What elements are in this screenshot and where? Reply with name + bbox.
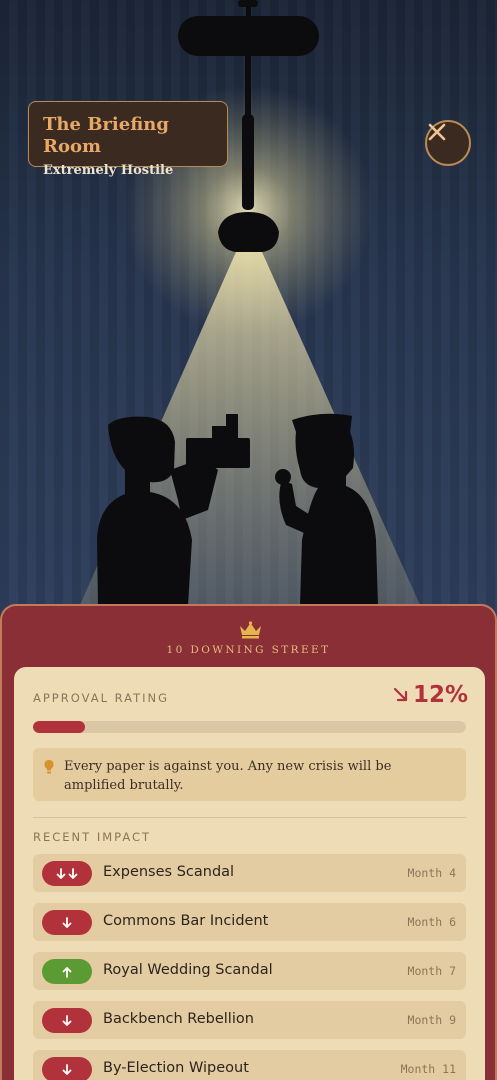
impact-row[interactable]: Commons Bar Incident Month 6 <box>33 903 466 941</box>
impact-trend-pill <box>42 910 92 935</box>
impact-month: Month 6 <box>407 915 456 929</box>
ceiling-fixture <box>178 16 319 56</box>
double-down-arrow-icon <box>56 867 78 879</box>
close-button[interactable] <box>425 120 471 166</box>
impact-row[interactable]: Expenses Scandal Month 4 <box>33 854 466 892</box>
location-mood: Extremely Hostile <box>43 163 174 178</box>
media-notice: Every paper is against you. Any new cris… <box>33 748 466 801</box>
impact-name: Commons Bar Incident <box>103 913 269 929</box>
impact-month: Month 9 <box>407 1013 456 1027</box>
impact-row[interactable]: Royal Wedding Scandal Month 7 <box>33 952 466 990</box>
panel-heading: 10 DOWNING STREET <box>166 644 331 656</box>
impact-name: Expenses Scandal <box>103 864 235 880</box>
approval-label: APPROVAL RATING <box>33 691 170 705</box>
impact-trend-pill <box>42 1008 92 1033</box>
approval-progress-bar <box>33 721 466 733</box>
impact-row[interactable]: Backbench Rebellion Month 9 <box>33 1001 466 1039</box>
section-divider <box>33 817 466 818</box>
lightbulb-icon <box>44 760 54 774</box>
scene-illustration <box>80 0 420 605</box>
impact-name: By-Election Wipeout <box>103 1060 249 1076</box>
recent-impact-label: RECENT IMPACT <box>33 830 152 844</box>
impact-month: Month 4 <box>407 866 456 880</box>
down-arrow-icon <box>62 916 72 928</box>
location-title: The Briefing Room <box>43 114 169 157</box>
impact-month: Month 11 <box>400 1062 456 1076</box>
lamp-shade <box>218 212 279 252</box>
impact-month: Month 7 <box>407 964 456 978</box>
crown-icon <box>240 621 261 639</box>
impact-trend-pill <box>42 959 92 984</box>
trend-down-arrow-icon <box>393 687 408 702</box>
approval-value: 12% <box>393 682 468 708</box>
impact-name: Backbench Rebellion <box>103 1011 254 1027</box>
media-notice-text: Every paper is against you. Any new cris… <box>64 759 392 793</box>
down-arrow-icon <box>62 1014 72 1026</box>
impact-trend-pill <box>42 861 92 886</box>
location-badge: The Briefing Room Extremely Hostile <box>28 101 228 178</box>
lamp-cord <box>245 56 251 116</box>
impact-name: Royal Wedding Scandal <box>103 962 273 978</box>
approval-progress-fill <box>33 721 85 733</box>
briefing-room-scene: The Briefing Room Extremely Hostile <box>0 0 497 620</box>
down-arrow-icon <box>62 1063 72 1075</box>
up-arrow-icon <box>62 966 72 978</box>
approval-card: APPROVAL RATING 12% Every paper is again… <box>14 667 485 1080</box>
close-icon <box>428 123 446 141</box>
downing-street-panel: 10 DOWNING STREET APPROVAL RATING 12% Ev… <box>0 604 497 1080</box>
impact-trend-pill <box>42 1057 92 1080</box>
impact-row[interactable]: By-Election Wipeout Month 11 <box>33 1050 466 1080</box>
approval-percentage: 12% <box>412 682 468 708</box>
